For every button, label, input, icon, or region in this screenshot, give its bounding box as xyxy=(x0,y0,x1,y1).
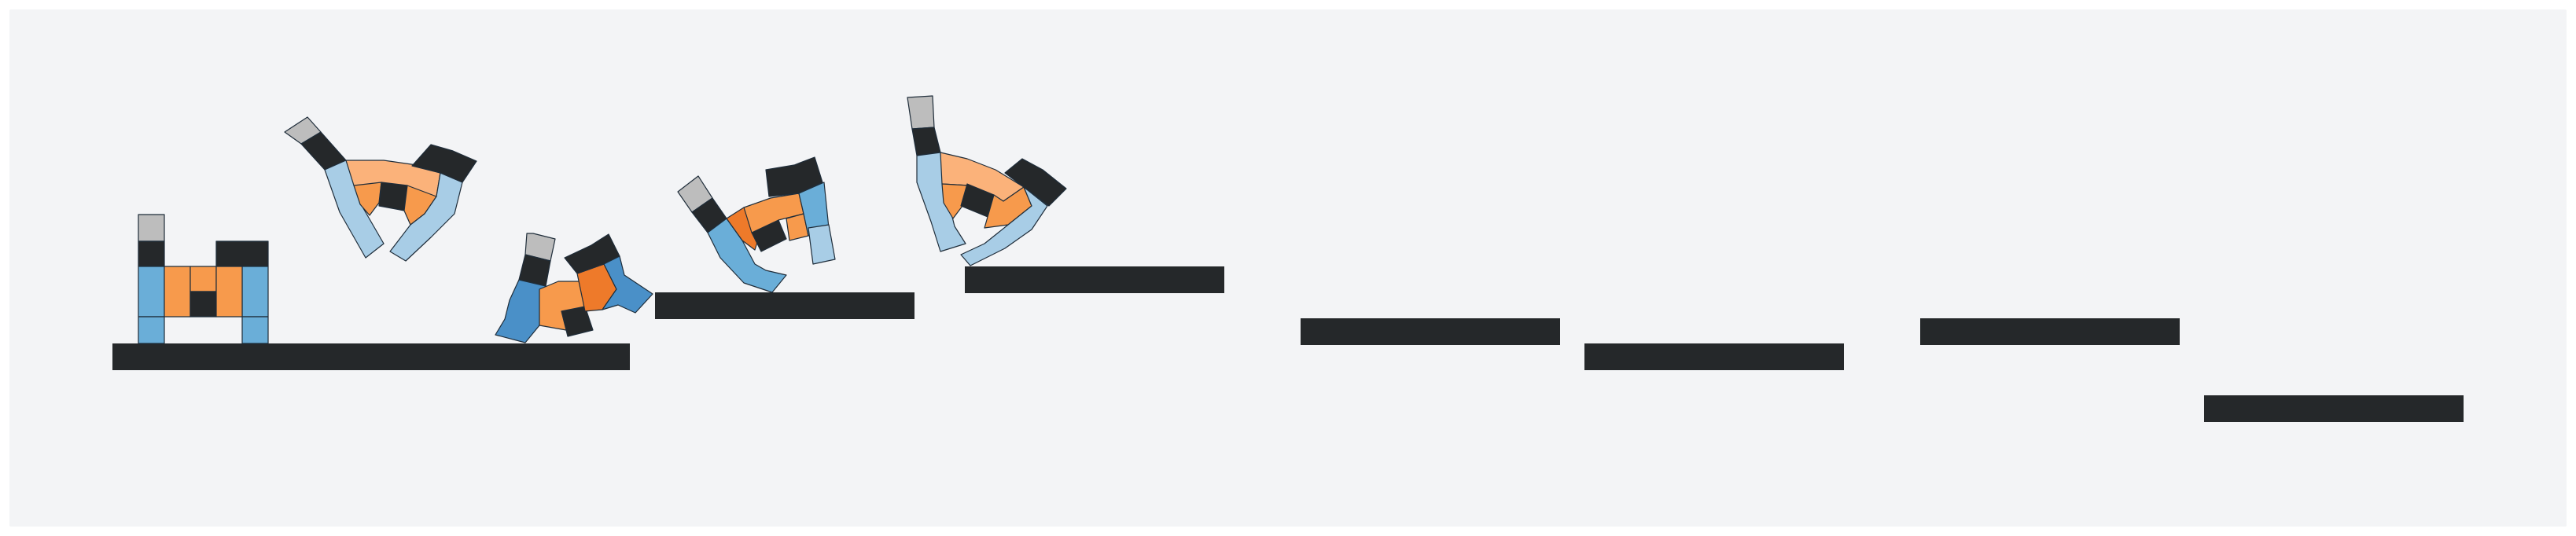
platform-4 xyxy=(1301,318,1560,345)
robot5-left-tip xyxy=(907,95,935,130)
scene-canvas xyxy=(9,9,2567,527)
platform-2 xyxy=(655,292,914,319)
platform-7 xyxy=(2204,395,2464,422)
robot1-body-core xyxy=(190,291,217,318)
platform-1 xyxy=(112,343,630,370)
robot1-right-arm-joint xyxy=(215,240,269,267)
robot1-body-right xyxy=(215,266,243,318)
platform-3 xyxy=(965,266,1224,293)
platform-6 xyxy=(1920,318,2180,345)
robot1-left-leg-lower xyxy=(138,316,165,344)
robot1-left-leg-tip xyxy=(138,214,165,242)
game-stage xyxy=(0,0,2576,536)
robot1-right-leg-upper xyxy=(241,266,269,318)
platform-5 xyxy=(1584,343,1844,370)
robot1-body-center xyxy=(190,266,217,292)
background-panel xyxy=(9,9,2567,527)
robot1-right-leg-lower xyxy=(241,316,269,344)
robot1-left-leg-joint xyxy=(138,240,165,267)
robot1-body-left xyxy=(164,266,191,318)
robot1-left-leg-upper xyxy=(138,266,165,318)
robot2-body-core xyxy=(378,182,408,211)
